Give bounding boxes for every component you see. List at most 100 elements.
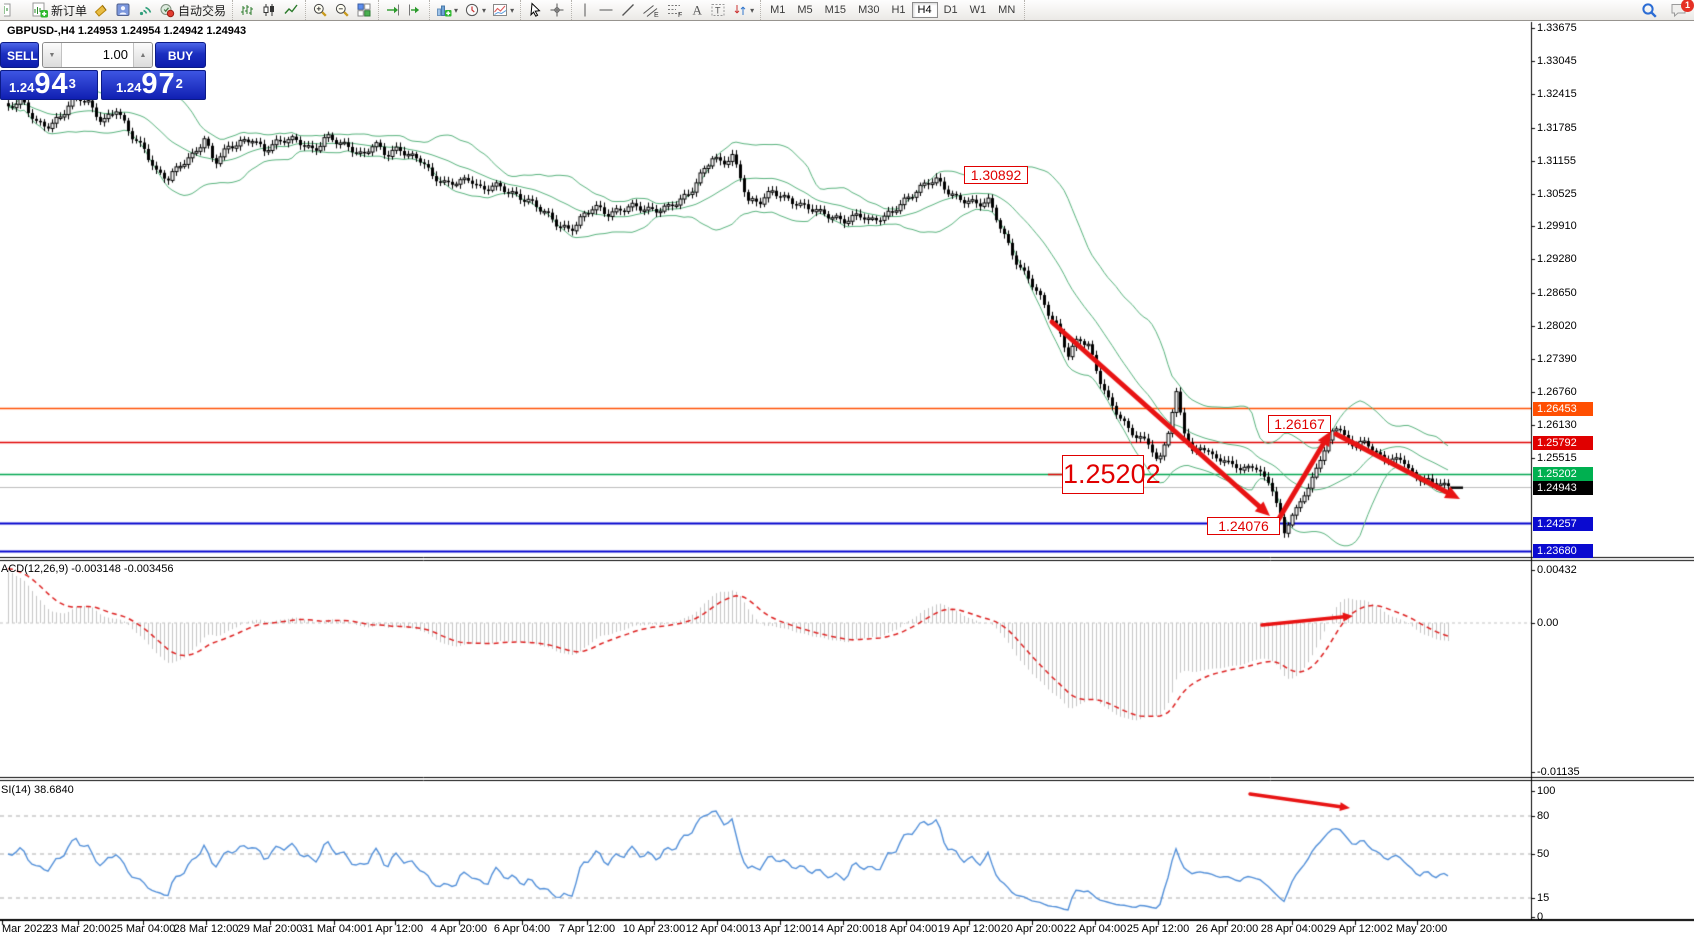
crosshair-icon xyxy=(549,2,565,18)
zoom-in-button[interactable] xyxy=(309,1,331,19)
timeframe-m1[interactable]: M1 xyxy=(764,2,791,18)
time-tick: 28 Apr 04:00 xyxy=(1261,923,1323,935)
rsi-label: SI(14) 38.6840 xyxy=(1,784,74,796)
timeframe-h1[interactable]: H1 xyxy=(885,2,911,18)
price-tick: 1.27390 xyxy=(1537,353,1577,365)
indicator-axis-tick: 80 xyxy=(1537,810,1549,822)
auto-scroll-button[interactable] xyxy=(382,1,404,19)
timeframe-m5[interactable]: M5 xyxy=(791,2,818,18)
zoom-out-button[interactable] xyxy=(331,1,353,19)
volume-increase-button[interactable]: ▲ xyxy=(133,43,152,67)
fibonacci-button[interactable]: F xyxy=(663,1,687,19)
sell-button[interactable]: SELL xyxy=(0,42,39,68)
annotation-price-label[interactable]: 1.26167 xyxy=(1268,415,1331,433)
price-tick: 1.28650 xyxy=(1537,287,1577,299)
signals-button[interactable] xyxy=(134,1,156,19)
buy-price-prefix: 1.24 xyxy=(116,78,141,98)
time-tick: 7 Apr 12:00 xyxy=(559,923,615,935)
indicators-button[interactable]: ▾ xyxy=(433,1,461,19)
new-order-icon xyxy=(32,2,48,18)
trendline-button[interactable] xyxy=(617,1,639,19)
price-tick: 1.28020 xyxy=(1537,320,1577,332)
tile-windows-button[interactable] xyxy=(353,1,375,19)
time-tick: 6 Apr 04:00 xyxy=(494,923,550,935)
time-tick: 1 Apr 12:00 xyxy=(367,923,423,935)
trendline-icon xyxy=(620,2,636,18)
price-tick: 1.31155 xyxy=(1537,155,1576,167)
time-tick: 29 Mar 20:00 xyxy=(238,923,303,935)
toolbar-group-cursor xyxy=(521,0,572,20)
mt4-window: { "toolbar": { "new_order_label": "新订单",… xyxy=(0,0,1694,937)
new-order-button[interactable]: 新订单 xyxy=(29,1,90,19)
buy-button[interactable]: BUY xyxy=(155,42,206,68)
volume-value[interactable]: 1.00 xyxy=(62,43,133,67)
time-tick: 29 Apr 12:00 xyxy=(1324,923,1386,935)
chart-canvas[interactable] xyxy=(0,0,1694,937)
time-tick: 14 Apr 20:00 xyxy=(812,923,874,935)
timeframe-m15[interactable]: M15 xyxy=(819,2,852,18)
text-icon: A xyxy=(690,2,704,18)
vline-button[interactable] xyxy=(575,1,595,19)
price-tick: 1.30525 xyxy=(1537,188,1577,200)
clipped-icon xyxy=(3,0,29,20)
bars-chart-button[interactable] xyxy=(236,1,258,19)
auto-trading-button[interactable]: 自动交易 xyxy=(156,1,229,19)
timeframe-mn[interactable]: MN xyxy=(992,2,1021,18)
time-tick: 18 Apr 04:00 xyxy=(875,923,937,935)
annotation-price-label[interactable]: 1.30892 xyxy=(964,166,1028,184)
timeframe-m30[interactable]: M30 xyxy=(852,2,885,18)
signal-icon xyxy=(137,2,153,18)
price-tick: 1.29910 xyxy=(1537,220,1577,232)
timeframe-w1[interactable]: W1 xyxy=(964,2,993,18)
arrows-button[interactable]: ▾ xyxy=(729,1,757,19)
indicator-axis-tick: -0.01135 xyxy=(1537,766,1580,778)
candles-chart-button[interactable] xyxy=(258,1,280,19)
search-icon xyxy=(1641,2,1658,19)
time-tick: 4 Apr 20:00 xyxy=(431,923,487,935)
volume-stepper: ▼ 1.00 ▲ xyxy=(42,42,153,68)
toolbar-group-charttype xyxy=(233,0,306,20)
buy-price[interactable]: 1.24 97 2 xyxy=(101,70,206,100)
templates-button[interactable]: ▾ xyxy=(489,1,517,19)
toolbar-group-insert: ▾ ▾ ▾ xyxy=(430,0,521,20)
metaeditor-button[interactable] xyxy=(112,1,134,19)
time-tick: 28 Mar 12:00 xyxy=(174,923,239,935)
price-tick: 1.26760 xyxy=(1537,386,1577,398)
metaeditor-icon xyxy=(115,2,131,18)
channel-button[interactable]: E xyxy=(639,1,663,19)
time-tick: 10 Apr 23:00 xyxy=(623,923,685,935)
indicator-axis-tick: 15 xyxy=(1537,892,1549,904)
history-button[interactable] xyxy=(90,1,112,19)
annotation-price-label[interactable]: 1.24076 xyxy=(1207,517,1280,535)
timeframe-h4[interactable]: H4 xyxy=(912,2,938,18)
svg-text:A: A xyxy=(693,3,703,18)
zoom-in-icon xyxy=(312,2,328,18)
sell-price[interactable]: 1.24 94 3 xyxy=(0,70,98,100)
buy-price-sup: 2 xyxy=(176,71,183,97)
annotation-price-label[interactable]: 1.25202 xyxy=(1062,455,1144,494)
timeframe-group: M1M5M15M30H1H4D1W1MN xyxy=(761,0,1025,20)
time-tick: 22 Apr 04:00 xyxy=(1064,923,1126,935)
hline-button[interactable] xyxy=(595,1,617,19)
volume-decrease-button[interactable]: ▼ xyxy=(43,43,62,67)
toolbar-group-trade: 新订单 自动交易 xyxy=(0,0,233,20)
timeframe-d1[interactable]: D1 xyxy=(938,2,964,18)
new-order-label: 新订单 xyxy=(51,2,87,19)
notifications-button[interactable]: 1 xyxy=(1667,1,1691,19)
toolbar-group-scroll xyxy=(379,0,430,20)
crosshair-button[interactable] xyxy=(546,1,568,19)
time-tick: 25 Mar 04:00 xyxy=(111,923,176,935)
search-button[interactable] xyxy=(1638,1,1661,19)
periods-button[interactable]: ▾ xyxy=(461,1,489,19)
line-chart-button[interactable] xyxy=(280,1,302,19)
indicator-axis-tick: 0.00432 xyxy=(1537,564,1577,576)
trade-panel-controls: SELL ▼ 1.00 ▲ BUY xyxy=(0,42,206,69)
cursor-button[interactable] xyxy=(524,1,546,19)
time-tick: Mar 2022 xyxy=(2,923,48,935)
trade-panel-prices: 1.24 94 3 1.24 97 2 xyxy=(0,70,206,100)
text-button[interactable]: A xyxy=(687,1,707,19)
label-button[interactable]: T xyxy=(707,1,729,19)
chart-shift-button[interactable] xyxy=(404,1,426,19)
time-tick: 12 Apr 04:00 xyxy=(686,923,748,935)
price-tick: 1.31785 xyxy=(1537,122,1577,134)
